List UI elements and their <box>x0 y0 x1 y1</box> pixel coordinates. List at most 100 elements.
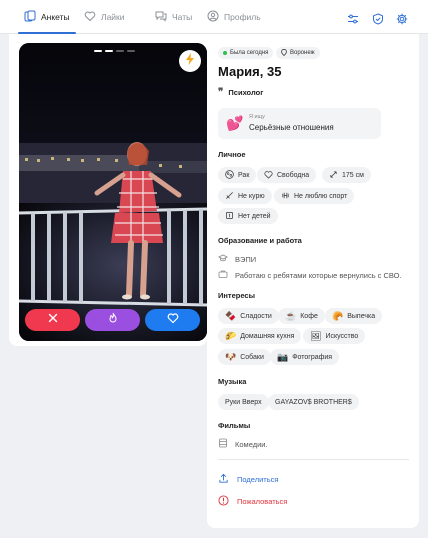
dumbbell-icon <box>281 191 290 202</box>
chip-height: 175 см <box>322 167 371 183</box>
profile-name: Мария, 35 <box>218 64 282 79</box>
chip-text: Искусство <box>325 332 359 340</box>
work-row: Работаю с ребятами которые вернулись с С… <box>218 269 402 281</box>
flame-icon <box>107 311 119 329</box>
cards-icon <box>24 10 36 24</box>
chip-interest: 📷 Фотография <box>270 349 340 365</box>
height-icon <box>329 170 338 181</box>
alert-icon <box>218 495 229 508</box>
profile-photo[interactable] <box>19 43 207 341</box>
dislike-button[interactable] <box>25 309 80 331</box>
chat-icon <box>155 10 167 24</box>
tab-label: Анкеты <box>41 12 70 22</box>
tab-label: Чаты <box>172 12 193 22</box>
chip-text: Собаки <box>240 353 264 361</box>
section-education-title: Образование и работа <box>218 236 302 245</box>
work-text: Работаю с ребятами которые вернулись с С… <box>235 270 402 280</box>
share-link[interactable]: Поделиться <box>218 473 278 486</box>
report-label: Пожаловаться <box>237 497 288 506</box>
status-badge: Была сегодня <box>218 47 274 59</box>
chip-music: Руки Вверх <box>218 394 269 410</box>
lightning-icon <box>183 52 197 71</box>
section-music-title: Музыка <box>218 377 247 386</box>
filter-icon[interactable] <box>347 12 359 24</box>
candy-icon: 🍫 <box>225 310 237 321</box>
like-button[interactable] <box>145 309 200 331</box>
coffee-icon: ☕ <box>285 310 297 321</box>
films-text: Комедии. <box>235 439 268 449</box>
zodiac-cancer-icon <box>225 169 234 181</box>
heart-icon <box>167 311 179 329</box>
film-icon <box>218 438 228 450</box>
education-text: ВЭПИ <box>235 254 257 264</box>
chip-zodiac: Рак <box>218 167 257 183</box>
gear-icon[interactable] <box>396 12 408 25</box>
tab-label: Лайки <box>101 12 125 22</box>
tab-likes[interactable]: Лайки <box>84 0 125 34</box>
films-row: Комедии. <box>218 438 268 450</box>
status-text: Была сегодня <box>230 50 269 56</box>
close-icon <box>47 311 59 329</box>
pager-dot <box>94 50 102 52</box>
seeking-box: 💕 Я ищу Серьёзные отношения <box>218 108 381 139</box>
chip-text: Фотография <box>292 353 333 361</box>
top-navigation: Анкеты Лайки Чаты Профиль <box>0 0 428 34</box>
pager-dot <box>105 50 113 52</box>
city-badge: Воронеж <box>276 47 320 59</box>
online-dot <box>223 51 227 55</box>
chip-text: Не люблю спорт <box>294 192 348 200</box>
education-row: ВЭПИ <box>217 253 257 265</box>
chip-text: Свободна <box>277 171 310 179</box>
quote-icon: ❞ <box>218 87 224 98</box>
chip-interest: ☕ Кофе <box>278 308 325 324</box>
tab-chats[interactable]: Чаты <box>155 0 192 34</box>
chip-interest: 🖼 Искусство <box>303 328 366 344</box>
report-link[interactable]: Пожаловаться <box>218 495 287 508</box>
city-text: Воронеж <box>290 50 315 56</box>
briefcase-icon <box>218 269 228 281</box>
dog-icon: 🐶 <box>225 351 237 362</box>
heart-icon <box>84 10 96 24</box>
no-smoking-icon <box>225 191 234 202</box>
chip-text: 175 см <box>342 171 364 179</box>
boost-button[interactable] <box>179 50 201 72</box>
profession: ❞ Психолог <box>218 87 263 98</box>
tab-profile[interactable]: Профиль <box>207 0 261 34</box>
chip-text: Руки Вверх <box>225 398 262 406</box>
heart-outline-icon <box>264 170 273 181</box>
user-icon <box>207 10 219 24</box>
profession-text: Психолог <box>228 88 264 97</box>
hearts-icon: 💕 <box>226 115 244 131</box>
shield-icon[interactable] <box>372 12 384 25</box>
chip-text: Домашняя кухня <box>240 332 295 340</box>
graduation-cap-icon <box>217 253 229 265</box>
tab-ankety[interactable]: Анкеты <box>18 0 76 34</box>
chip-relationship: Свободна <box>257 167 317 183</box>
chip-children: Нет детей <box>218 208 278 224</box>
camera-icon: 📷 <box>277 351 289 362</box>
chip-text: Рак <box>238 171 250 179</box>
chip-text: Нет детей <box>238 212 271 220</box>
section-personal-title: Личное <box>218 150 246 159</box>
home-cooking-icon: 🌮 <box>225 330 237 341</box>
location-pin-icon <box>281 48 287 58</box>
super-like-button[interactable] <box>85 309 140 331</box>
tab-label: Профиль <box>224 12 261 22</box>
chip-interest: 🥐 Выпечка <box>325 308 383 324</box>
chip-text: Выпечка <box>347 312 376 320</box>
chip-interest: 🌮 Домашняя кухня <box>218 328 302 344</box>
chip-music: GAYAZOV$ BROTHER$ <box>268 394 359 410</box>
pager-dot <box>127 50 135 52</box>
photo-pager <box>94 50 135 52</box>
chip-text: Кофе <box>300 312 318 320</box>
share-icon <box>218 473 229 486</box>
pager-dot <box>116 50 124 52</box>
seeking-label: Я ищу <box>249 114 265 120</box>
chip-sport: Не люблю спорт <box>274 188 355 204</box>
chip-smoking: Не курю <box>218 188 272 204</box>
photo-scene <box>19 43 207 341</box>
section-interests-title: Интересы <box>218 291 255 300</box>
section-films-title: Фильмы <box>218 421 251 430</box>
chip-interest: 🐶 Собаки <box>218 349 271 365</box>
chip-text: Сладости <box>240 312 272 320</box>
